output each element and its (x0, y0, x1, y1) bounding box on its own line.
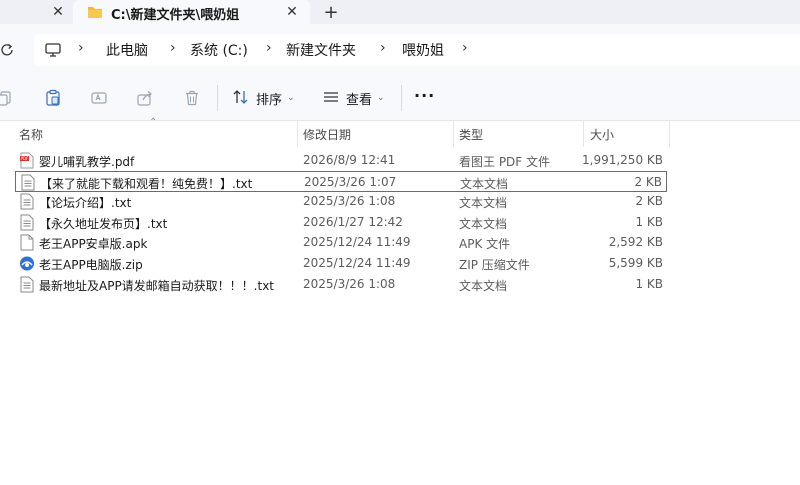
file-type: 文本文档 (459, 216, 508, 231)
sort-label: 排序 (256, 92, 283, 108)
view-button[interactable]: 查看 ⌄ (322, 86, 385, 110)
file-name: 【来了就能下载和观看！纯免费！】.txt (40, 176, 253, 191)
tab-bar: ✕ C:\新建文件夹\喂奶姐 ✕ + (0, 0, 800, 24)
file-date: 2025/3/26 1:08 (303, 194, 396, 209)
chevron-right-icon[interactable]: › (78, 40, 84, 56)
rename-icon[interactable] (88, 87, 110, 109)
tab-title: C:\新建文件夹\喂奶姐 (111, 8, 240, 23)
file-date: 2026/8/9 12:41 (303, 153, 396, 167)
file-size: 2 KB (634, 174, 662, 189)
previous-tab-close-button[interactable]: ✕ (48, 2, 68, 22)
address-bar-area: › 此电脑 › 系统 (C:) › 新建文件夹 › 喂奶姐 › (0, 24, 800, 76)
computer-icon[interactable] (44, 42, 62, 61)
toolbar-divider (401, 85, 402, 111)
file-name: 最新地址及APP请发邮箱自动获取！！！.txt (39, 278, 275, 293)
file-name: 【永久地址发布页】.txt (39, 216, 168, 231)
sort-button[interactable]: 排序 ⌄ (232, 86, 295, 110)
file-date: 2025/3/26 1:08 (303, 276, 396, 291)
chevron-right-icon[interactable]: › (266, 40, 272, 56)
file-name: 老王APP电脑版.zip (39, 258, 143, 272)
file-row[interactable]: 老王APP安卓版.apk 2025/12/24 11:49 APK 文件 2,592 … (15, 232, 667, 253)
share-icon[interactable] (134, 87, 156, 109)
tab-current-folder[interactable]: C:\新建文件夹\喂奶姐 ✕ (73, 0, 310, 24)
file-date: 2026/1/27 12:42 (303, 214, 403, 229)
svg-text:PDF: PDF (21, 156, 29, 161)
file-type: 文本文档 (460, 176, 509, 191)
column-header-type[interactable]: 类型 (459, 121, 483, 147)
file-type: ZIP 压缩文件 (459, 258, 530, 272)
new-tab-button[interactable]: + (320, 1, 342, 23)
file-row[interactable]: 【永久地址发布页】.txt 2026/1/27 12:42 文本文档 1 KB (15, 212, 667, 233)
text-file-icon (19, 214, 35, 231)
sort-icon (232, 89, 250, 108)
chevron-right-icon[interactable]: › (170, 40, 176, 56)
file-type: 看图王 PDF 文件 (459, 155, 551, 169)
file-name: 老王APP安卓版.apk (39, 237, 148, 252)
column-divider[interactable] (453, 121, 454, 147)
file-size: 5,599 KB (608, 256, 663, 270)
file-row[interactable]: 【论坛介绍】.txt 2025/3/26 1:08 文本文档 2 KB (15, 191, 667, 212)
zip-file-icon (19, 255, 35, 272)
file-list: ⌃ 名称 修改日期 类型 大小 PDF 婴儿哺乳教学.pdf 2026/8/9 12… (0, 117, 800, 485)
file-name: 【论坛介绍】.txt (39, 196, 132, 211)
chevron-down-icon: ⌄ (287, 93, 295, 103)
file-row[interactable]: PDF 婴儿哺乳教学.pdf 2026/8/9 12:41 看图王 PDF 文件 1,9… (15, 150, 667, 171)
tab-close-button[interactable]: ✕ (282, 2, 302, 22)
more-options-button[interactable]: ··· (414, 86, 435, 105)
file-row[interactable]: 【来了就能下载和观看！纯免费！】.txt 2025/3/26 1:07 文本文档 2 … (15, 170, 667, 192)
file-size: 2,592 KB (608, 235, 663, 250)
view-list-icon (322, 89, 340, 108)
file-row[interactable]: 老王APP电脑版.zip 2025/12/24 11:49 ZIP 压缩文件 5,59… (15, 253, 667, 274)
text-file-icon (19, 193, 35, 210)
column-header-size[interactable]: 大小 (590, 121, 614, 147)
file-type: 文本文档 (459, 196, 508, 211)
breadcrumb-new-folder[interactable]: 新建文件夹 (286, 40, 356, 60)
file-date: 2025/12/24 11:49 (303, 256, 411, 270)
chevron-down-icon: ⌄ (377, 93, 385, 103)
delete-icon[interactable] (181, 87, 203, 109)
refresh-icon[interactable] (0, 39, 18, 61)
breadcrumb-drive-c[interactable]: 系统 (C:) (190, 40, 248, 60)
file-row[interactable]: 最新地址及APP请发邮箱自动获取！！！.txt 2025/3/26 1:08 文本文… (15, 274, 667, 295)
breadcrumb-current[interactable]: 喂奶姐 (402, 40, 444, 60)
folder-icon (87, 5, 103, 22)
pdf-file-icon: PDF (19, 152, 35, 169)
sort-ascending-icon: ⌃ (149, 117, 158, 128)
column-header-name[interactable]: 名称 (19, 121, 43, 147)
view-label: 查看 (346, 92, 373, 108)
column-header-date[interactable]: 修改日期 (303, 121, 351, 147)
column-divider[interactable] (669, 121, 670, 147)
text-file-icon (20, 174, 36, 191)
file-date: 2025/3/26 1:07 (304, 174, 397, 189)
file-size: 1 KB (635, 276, 663, 291)
file-type: 文本文档 (459, 278, 508, 293)
copy-icon[interactable] (0, 87, 16, 109)
column-divider[interactable] (297, 121, 298, 147)
paste-icon[interactable] (42, 87, 64, 109)
file-date: 2025/12/24 11:49 (303, 235, 411, 250)
toolbar-divider (217, 85, 218, 111)
file-size: 1,991,250 KB (582, 153, 663, 167)
file-name: 婴儿哺乳教学.pdf (39, 155, 135, 169)
text-file-icon (19, 276, 35, 293)
file-size: 2 KB (635, 194, 663, 209)
column-divider[interactable] (583, 121, 584, 147)
chevron-right-icon[interactable]: › (462, 40, 468, 56)
breadcrumb[interactable]: › 此电脑 › 系统 (C:) › 新建文件夹 › 喂奶姐 › (34, 34, 800, 66)
file-size: 1 KB (635, 214, 663, 229)
blank-file-icon (19, 234, 35, 251)
command-bar: 排序 ⌄ 查看 ⌄ ··· (0, 76, 800, 121)
file-type: APK 文件 (459, 237, 511, 252)
breadcrumb-this-pc[interactable]: 此电脑 (106, 40, 148, 60)
chevron-right-icon[interactable]: › (380, 40, 386, 56)
